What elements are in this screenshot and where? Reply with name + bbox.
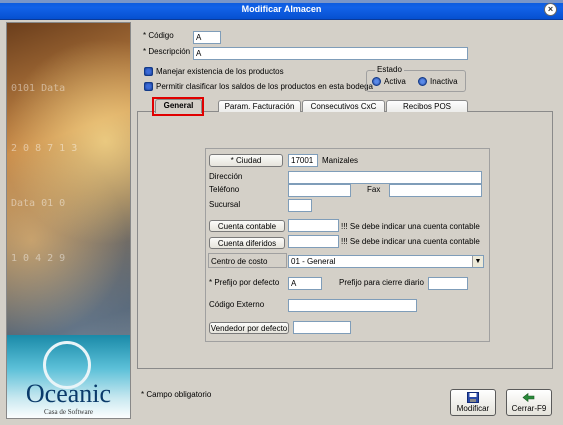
cuenta-contable-button[interactable]: Cuenta contable (209, 220, 285, 232)
cerrar-label: Cerrar-F9 (511, 404, 547, 413)
window-title: Modificar Almacen (241, 4, 322, 14)
fax-input[interactable] (389, 184, 482, 197)
inactiva-radio[interactable] (418, 77, 427, 86)
chevron-down-icon[interactable]: ▼ (472, 256, 483, 267)
cerrar-button[interactable]: Cerrar-F9 (506, 389, 552, 416)
prefijo-defecto-input[interactable]: A (288, 277, 322, 290)
logo-subtitle: Casa de Software (44, 408, 93, 416)
clasificar-checkbox[interactable] (144, 82, 153, 91)
cuenta-diferidos-input[interactable] (288, 235, 339, 248)
direccion-input[interactable] (288, 171, 482, 184)
prefijo-cierre-input[interactable] (428, 277, 468, 290)
descripcion-label: * Descripción (143, 47, 191, 56)
cuenta-diferidos-warning: !!! Se debe indicar una cuenta contable (341, 237, 480, 246)
direccion-label: Dirección (209, 172, 243, 181)
background-menu-strip (0, 0, 563, 3)
exit-icon (522, 392, 535, 403)
clasificar-label: Permitir clasificar los saldos de los pr… (156, 82, 373, 91)
cuenta-contable-warning: !!! Se debe indicar una cuenta contable (341, 222, 480, 231)
ciudad-code-input[interactable]: 17001 (288, 154, 318, 167)
modificar-button[interactable]: Modificar (450, 389, 496, 416)
vendedor-input[interactable] (293, 321, 351, 334)
title-bar: Modificar Almacen × (0, 0, 563, 20)
sucursal-label: Sucursal (209, 200, 241, 209)
sucursal-input[interactable] (288, 199, 312, 212)
fax-label: Fax (367, 185, 381, 194)
decorative-image: 0101 Data 2 0 8 7 1 3 Data 01 0 1 0 4 2 … (6, 22, 131, 419)
cuenta-diferidos-button[interactable]: Cuenta diferidos (209, 237, 285, 249)
activa-radio[interactable] (372, 77, 381, 86)
codigo-label: * Código (143, 31, 174, 40)
prefijo-defecto-label: * Prefijo por defecto (209, 278, 280, 287)
codigo-externo-label: Código Externo (209, 300, 265, 309)
logo-name: Oceanic (25, 379, 112, 408)
save-icon (467, 392, 479, 403)
tab-param-facturacion[interactable]: Param. Facturación (218, 100, 301, 112)
centro-costo-value: 01 - General (291, 257, 336, 266)
centro-costo-select[interactable]: 01 - General ▼ (288, 255, 484, 268)
codigo-input[interactable]: A (193, 31, 221, 44)
telefono-input[interactable] (288, 184, 351, 197)
modificar-label: Modificar (456, 404, 490, 413)
cuenta-contable-input[interactable] (288, 219, 339, 232)
ciudad-button[interactable]: * Ciudad (209, 154, 283, 167)
tab-recibos-pos[interactable]: Recibos POS (386, 100, 468, 112)
close-icon[interactable]: × (544, 3, 557, 16)
centro-costo-label: Centro de costo (211, 257, 268, 266)
existencia-checkbox[interactable] (144, 67, 153, 76)
vendedor-button[interactable]: Vendedor por defecto (209, 322, 289, 334)
telefono-label: Teléfono (209, 185, 240, 194)
tab-consecutivos-cxc[interactable]: Consecutivos CxC (302, 100, 385, 112)
descripcion-input[interactable]: A (193, 47, 468, 60)
existencia-label: Manejar existencia de los productos (156, 67, 284, 76)
estado-title: Estado (375, 65, 404, 74)
codigo-externo-input[interactable] (288, 299, 417, 312)
prefijo-cierre-label: Prefijo para cierre diario (339, 278, 424, 287)
highlight-box (152, 97, 204, 116)
oceanic-logo: Oceanic Casa de Software (7, 335, 130, 418)
ciudad-name: Manizales (322, 156, 359, 165)
required-note: * Campo obligatorio (141, 390, 212, 399)
activa-label: Activa (384, 77, 406, 86)
inactiva-label: Inactiva (430, 77, 458, 86)
